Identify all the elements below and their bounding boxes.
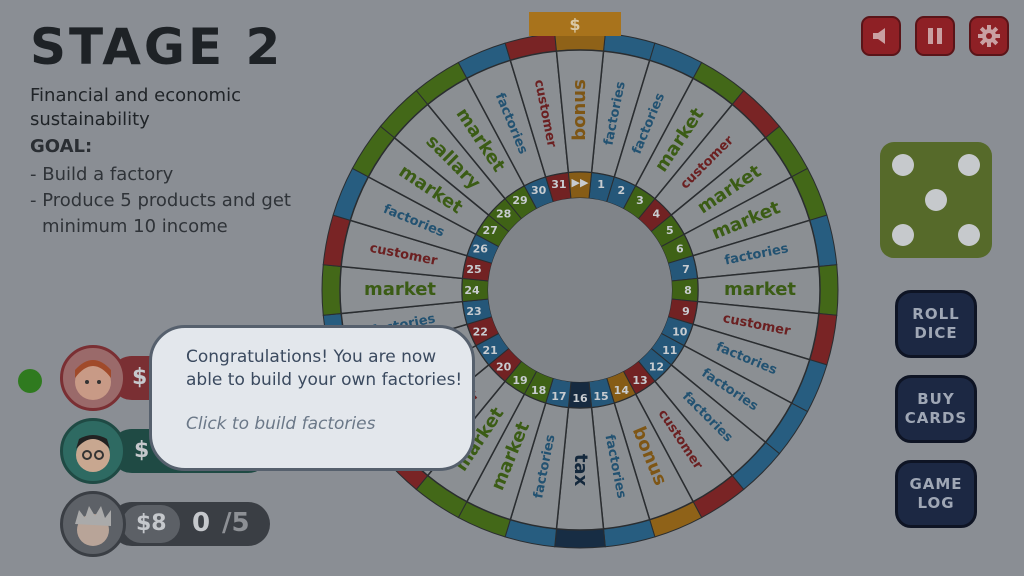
build-factories-link[interactable]: Click to build factories xyxy=(186,414,375,434)
board-space-number: 7 xyxy=(682,263,690,276)
board-space-number: 4 xyxy=(653,208,661,221)
board-space-cap xyxy=(321,264,342,316)
player-money: $8 xyxy=(136,511,167,536)
glasses-boy-icon xyxy=(76,435,110,472)
board-space-number: 17 xyxy=(551,390,566,403)
congratulations-popup[interactable]: Congratulations! You are now able to bui… xyxy=(149,325,475,471)
board-center xyxy=(488,198,672,382)
board-space-number: 1 xyxy=(597,178,605,191)
board-space-number: 28 xyxy=(496,208,511,221)
red-hair-girl-icon xyxy=(75,360,111,400)
board-space-number: 11 xyxy=(662,344,677,357)
board-space-number: 22 xyxy=(473,325,488,338)
board-space-label: market xyxy=(364,279,436,300)
board-space-number: 10 xyxy=(672,325,688,338)
board-space-label: market xyxy=(724,279,796,300)
board-space-number: 8 xyxy=(684,284,692,297)
top-bonus-tile: $ xyxy=(529,12,621,36)
board-space-number: 9 xyxy=(682,305,690,318)
board-space-number: 2 xyxy=(618,184,626,197)
board-space-number: 18 xyxy=(531,384,546,397)
player-money: $ xyxy=(132,365,148,390)
board-space-number: 12 xyxy=(649,360,664,373)
board-space-number: 3 xyxy=(636,194,644,207)
board-space-cap xyxy=(554,528,606,549)
board-space-number: 20 xyxy=(496,360,512,373)
board-space-number: 13 xyxy=(632,374,647,387)
active-turn-indicator xyxy=(18,369,42,393)
player-products: 0 xyxy=(192,508,211,538)
grey-hair-man-icon xyxy=(75,506,111,546)
board-space-number: 30 xyxy=(531,184,547,197)
board-space-number: 6 xyxy=(676,243,684,256)
board-space-number: 23 xyxy=(466,305,481,318)
board-space-number: 24 xyxy=(464,284,480,297)
board-space-number: 27 xyxy=(483,224,498,237)
board-space-cap xyxy=(818,264,839,316)
board-space-number: 21 xyxy=(483,344,498,357)
top-bonus-symbol: $ xyxy=(569,15,580,34)
board-space-number: 29 xyxy=(512,194,527,207)
board-space-number: 25 xyxy=(466,263,481,276)
player-money: $ xyxy=(134,438,150,463)
board-space-number: 31 xyxy=(551,178,566,191)
board-space-label: tax xyxy=(570,454,591,487)
avatar xyxy=(60,418,126,484)
board-space-number: 15 xyxy=(593,390,608,403)
board-space-number: 19 xyxy=(512,374,527,387)
board-space-number: 16 xyxy=(572,392,588,405)
board-space-number: 5 xyxy=(666,224,674,237)
board-space-number: 26 xyxy=(473,243,489,256)
avatar xyxy=(60,345,126,411)
board-space-number: 14 xyxy=(614,384,630,397)
board-space-number: ▶▶ xyxy=(572,176,589,189)
popup-message: Congratulations! You are now able to bui… xyxy=(186,347,463,390)
player-goal: /5 xyxy=(222,508,250,538)
board-space-label: bonus xyxy=(569,79,590,141)
avatar xyxy=(60,491,126,557)
game-board: factories factoriesmarketcustomermarketma… xyxy=(321,12,839,549)
